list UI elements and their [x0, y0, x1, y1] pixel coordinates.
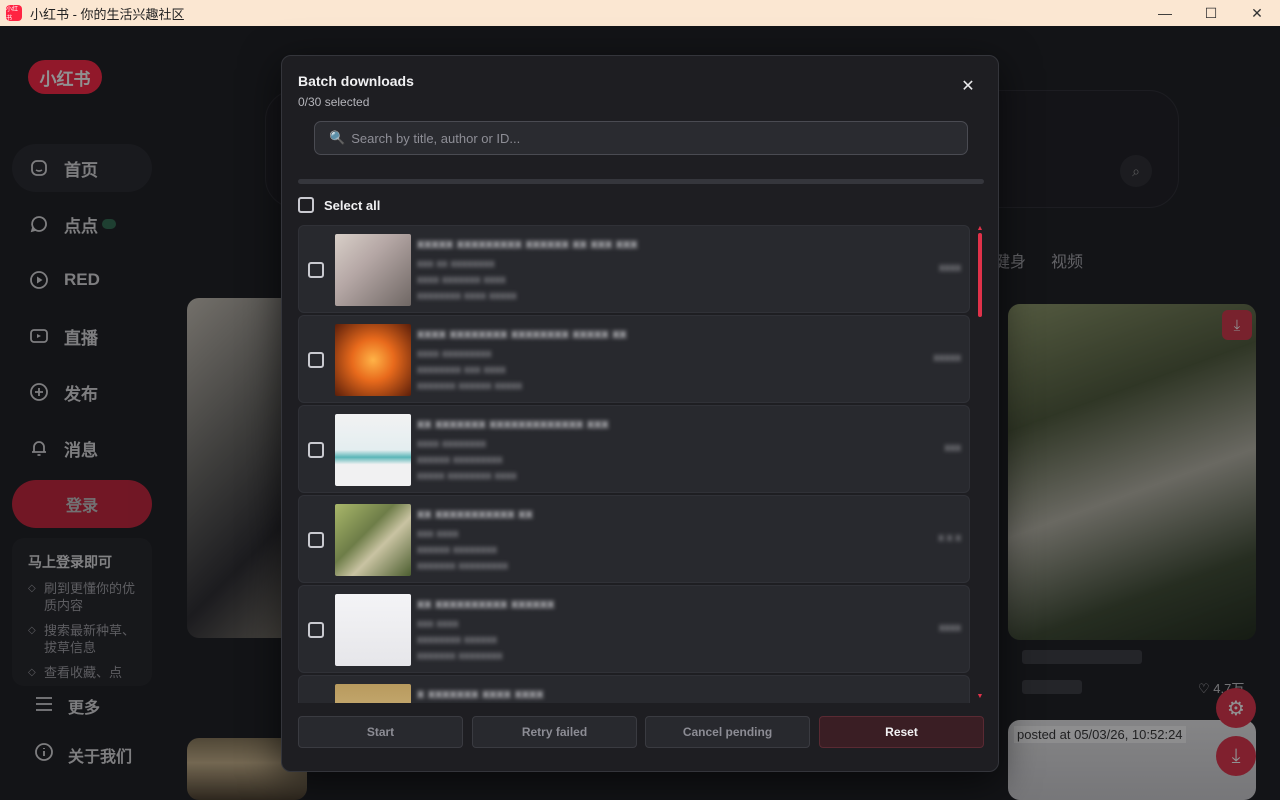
row-meta: xxxxxxxx xxxx xxxxx: [417, 290, 517, 302]
row-meta: xxxxxxx xxxxxx xxxxx: [417, 380, 523, 392]
selected-count: 0/30 selected: [298, 95, 370, 109]
row-author: xxxx xxxxxxxx: [417, 438, 487, 450]
row-meta: xxxxxxxx xxx xxxx: [417, 364, 506, 376]
row-meta: xxxxxx xxxxxxxxx: [417, 454, 503, 466]
row-status: xxxx: [939, 262, 961, 274]
row-status: x x x: [938, 532, 961, 544]
window-title: 小红书 - 你的生活兴趣社区: [30, 6, 185, 22]
row-title: xx xxxxxxx xxxxxxxxxxxxx xxx: [417, 416, 609, 431]
app-logo-icon: 小红书: [6, 5, 22, 22]
progress-bar: [298, 179, 984, 184]
batch-downloads-dialog: Batch downloads 0/30 selected ✕ 🔍 Select…: [281, 55, 999, 772]
row-meta: xxxxxx xxxxxxxx: [417, 544, 498, 556]
row-title: x xxxxxxx xxxx xxxx: [417, 686, 544, 701]
list-item[interactable]: xx xxxxxxxxxxx xx xxx xxxx xxxxxx xxxxxx…: [298, 495, 970, 583]
thumbnail: [335, 324, 411, 396]
row-checkbox[interactable]: [308, 442, 324, 458]
row-title: xx xxxxxxxxxx xxxxxx: [417, 596, 555, 611]
thumbnail: [335, 594, 411, 666]
reset-button[interactable]: Reset: [819, 716, 984, 748]
window-titlebar: 小红书 小红书 - 你的生活兴趣社区 — ☐ ✕: [0, 0, 1280, 26]
list-item[interactable]: xxxx xxxxxxxx xxxxxxxx xxxxx xx xxxx xxx…: [298, 315, 970, 403]
maximize-button[interactable]: ☐: [1188, 0, 1234, 26]
list-item[interactable]: xxxxx xxxxxxxxx xxxxxx xx xxx xxx xxx xx…: [298, 225, 970, 313]
retry-failed-button[interactable]: Retry failed: [472, 716, 637, 748]
row-status: xxxx: [939, 622, 961, 634]
row-checkbox[interactable]: [308, 622, 324, 638]
row-meta: xxxxxxx xxxxxxxxx: [417, 560, 509, 572]
select-all-label: Select all: [324, 197, 381, 213]
list-item[interactable]: x xxxxxxx xxxx xxxx: [298, 675, 970, 703]
row-status: xxx: [944, 442, 962, 454]
download-list[interactable]: xxxxx xxxxxxxxx xxxxxx xx xxx xxx xxx xx…: [298, 225, 984, 703]
list-item[interactable]: xx xxxxxxx xxxxxxxxxxxxx xxx xxxx xxxxxx…: [298, 405, 970, 493]
start-button[interactable]: Start: [298, 716, 463, 748]
scrollbar-thumb[interactable]: [978, 233, 982, 317]
list-scrollbar[interactable]: ▲ ▼: [976, 225, 984, 703]
thumbnail: [335, 414, 411, 486]
close-icon[interactable]: ✕: [960, 78, 976, 95]
row-author: xxx xxxx: [417, 618, 459, 630]
thumbnail: [335, 504, 411, 576]
scroll-up-arrow-icon[interactable]: ▲: [976, 225, 984, 232]
checkbox[interactable]: [298, 197, 314, 213]
row-meta: xxxxxxxx xxxxxx: [417, 634, 498, 646]
thumbnail: [335, 234, 411, 306]
search-input[interactable]: [351, 130, 952, 146]
search-field[interactable]: 🔍: [314, 121, 968, 155]
row-author: xxx xx xxxxxxxx: [417, 258, 495, 270]
row-title: xx xxxxxxxxxxx xx: [417, 506, 533, 521]
thumbnail: [335, 684, 411, 703]
row-meta: xxxxx xxxxxxxx xxxx: [417, 470, 517, 482]
window-close-button[interactable]: ✕: [1234, 0, 1280, 26]
row-title: xxxxx xxxxxxxxx xxxxxx xx xxx xxx: [417, 236, 638, 251]
search-icon: 🔍: [329, 130, 346, 145]
row-author: xxx xxxx: [417, 528, 459, 540]
select-all-checkbox[interactable]: Select all: [298, 197, 380, 213]
row-checkbox[interactable]: [308, 532, 324, 548]
row-status: xxxxx: [933, 352, 962, 364]
cancel-pending-button[interactable]: Cancel pending: [645, 716, 810, 748]
dialog-title: Batch downloads: [298, 73, 414, 89]
row-title: xxxx xxxxxxxx xxxxxxxx xxxxx xx: [417, 326, 627, 341]
list-item[interactable]: xx xxxxxxxxxx xxxxxx xxx xxxx xxxxxxxx x…: [298, 585, 970, 673]
row-checkbox[interactable]: [308, 262, 324, 278]
row-meta: xxxx xxxxxxx xxxx: [417, 274, 506, 286]
row-checkbox[interactable]: [308, 352, 324, 368]
row-meta: xxxxxxx xxxxxxxx: [417, 650, 503, 662]
row-author: xxxx xxxxxxxxx: [417, 348, 492, 360]
minimize-button[interactable]: —: [1142, 0, 1188, 26]
scroll-down-arrow-icon[interactable]: ▼: [976, 693, 984, 700]
